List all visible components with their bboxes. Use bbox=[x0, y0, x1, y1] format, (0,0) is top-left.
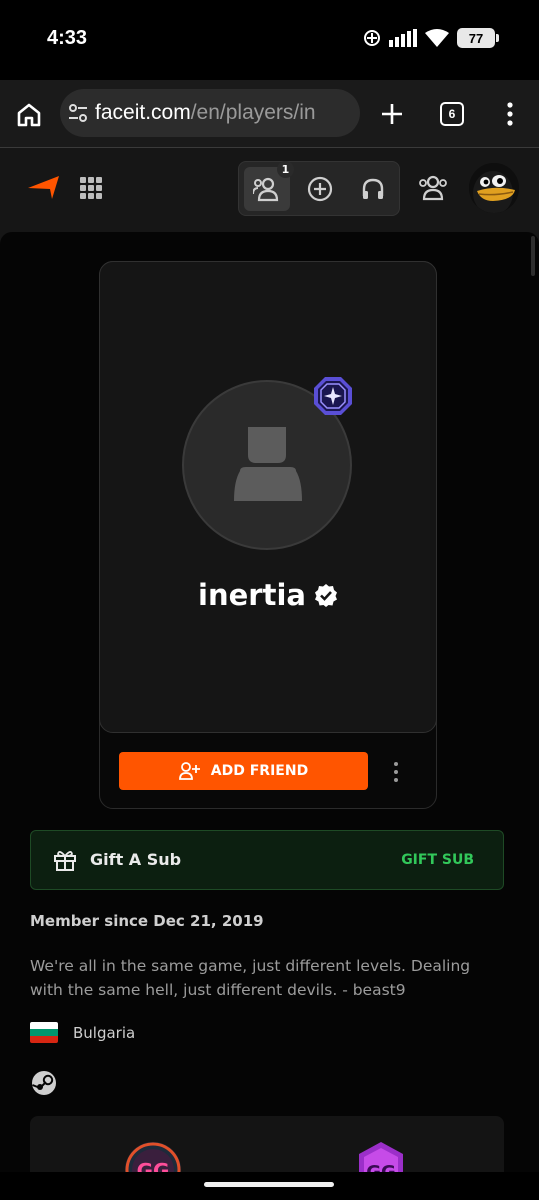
player-bio: We're all in the same game, just differe… bbox=[30, 957, 471, 999]
home-icon[interactable] bbox=[14, 100, 44, 130]
country-name: Bulgaria bbox=[73, 1023, 136, 1042]
scrollbar[interactable] bbox=[531, 236, 535, 276]
more-options-icon[interactable] bbox=[390, 760, 402, 784]
browser-toolbar: faceit.com/en/players/in 6 bbox=[0, 80, 539, 148]
bulgaria-flag-icon bbox=[30, 1022, 58, 1043]
headphones-icon bbox=[362, 178, 384, 199]
notification-badge: 1 bbox=[277, 161, 294, 178]
browser-menu-icon[interactable] bbox=[498, 100, 522, 128]
address-bar[interactable]: faceit.com/en/players/in bbox=[60, 89, 360, 137]
new-tab-icon[interactable] bbox=[378, 100, 406, 128]
plus-circle-icon bbox=[307, 176, 333, 202]
status-time: 4:33 bbox=[47, 27, 88, 49]
nfc-icon bbox=[364, 30, 380, 46]
system-nav-bar bbox=[0, 1172, 539, 1200]
steam-icon[interactable] bbox=[31, 1070, 57, 1096]
gift-sub-banner: Gift A Sub GIFT SUB bbox=[30, 830, 504, 890]
gift-sub-button[interactable]: GIFT SUB bbox=[401, 852, 474, 868]
user-avatar[interactable] bbox=[469, 163, 519, 213]
member-since: Member since Dec 21, 2019 bbox=[30, 912, 264, 930]
url-host: faceit.com bbox=[95, 101, 191, 124]
verified-icon bbox=[314, 584, 337, 607]
status-icons: 77 bbox=[363, 28, 499, 48]
friends-icon bbox=[253, 177, 279, 202]
status-bar: 4:33 77 bbox=[0, 0, 539, 80]
url-path: /en/players/in bbox=[190, 101, 316, 124]
party-icon[interactable] bbox=[418, 173, 448, 203]
faceit-logo-icon[interactable] bbox=[28, 175, 60, 199]
battery-icon: 77 bbox=[457, 28, 499, 48]
profile-card-header: inertia bbox=[99, 261, 437, 733]
profile-page: inertia ADD FRIEND Gift A Sub GIFT SUB M… bbox=[0, 232, 539, 1196]
add-friend-label: ADD FRIEND bbox=[210, 763, 309, 779]
gift-icon bbox=[54, 851, 76, 871]
play-button[interactable] bbox=[297, 167, 343, 211]
gift-label: Gift A Sub bbox=[90, 850, 182, 869]
app-header: 1 bbox=[0, 148, 539, 232]
wifi-icon bbox=[425, 29, 449, 47]
apps-grid-icon[interactable] bbox=[80, 177, 102, 199]
tab-switcher-button[interactable]: 6 bbox=[440, 102, 464, 126]
voice-button[interactable] bbox=[350, 167, 396, 211]
avatar-image-icon bbox=[469, 163, 519, 213]
profile-content: inertia ADD FRIEND Gift A Sub GIFT SUB M… bbox=[0, 232, 539, 1196]
add-friend-button[interactable]: ADD FRIEND bbox=[119, 752, 368, 790]
site-settings-icon[interactable] bbox=[67, 102, 89, 124]
profile-card: inertia ADD FRIEND bbox=[99, 261, 437, 809]
player-nickname: inertia bbox=[198, 578, 306, 612]
default-avatar-icon bbox=[234, 427, 302, 501]
signal-icon bbox=[389, 29, 417, 47]
add-user-icon bbox=[178, 762, 200, 780]
url-text: faceit.com/en/players/in bbox=[95, 101, 316, 125]
country-row: Bulgaria bbox=[30, 1022, 135, 1043]
nickname-row: inertia bbox=[100, 578, 436, 612]
header-action-group bbox=[238, 161, 400, 216]
skill-level-badge-icon bbox=[314, 377, 352, 415]
home-gesture-handle[interactable] bbox=[204, 1182, 334, 1187]
